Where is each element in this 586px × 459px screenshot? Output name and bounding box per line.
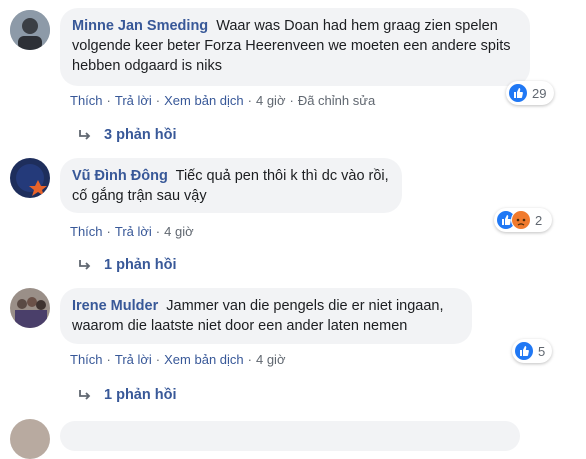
comment-author[interactable]: Minne Jan Smeding — [72, 18, 208, 34]
comment-author[interactable]: Vũ Đình Đông — [72, 168, 168, 184]
avatar[interactable] — [10, 419, 50, 459]
comment-bubble: Minne Jan Smeding Waar was Doan had hem … — [60, 8, 530, 86]
timestamp[interactable]: 4 giờ — [256, 352, 286, 367]
separator: · — [247, 352, 252, 367]
replies-count[interactable]: 1 phản hồi — [104, 387, 177, 403]
like-link[interactable]: Thích — [70, 352, 103, 367]
view-replies-link[interactable]: 3 phản hồi — [78, 127, 177, 143]
separator: · — [247, 93, 252, 108]
comment-3: Irene Mulder Jammer van die pengels die … — [0, 280, 586, 415]
reaction-count: 29 — [532, 85, 547, 101]
separator: · — [106, 352, 111, 367]
translate-link[interactable]: Xem bản dịch — [164, 352, 244, 367]
angry-icon — [511, 210, 531, 230]
comment-bubble: Irene Mulder Jammer van die pengels die … — [60, 288, 472, 344]
view-replies-link[interactable]: 1 phản hồi — [78, 257, 177, 273]
comment-bubble — [60, 421, 520, 451]
separator: · — [155, 352, 161, 367]
timestamp[interactable]: 4 giờ — [256, 93, 286, 108]
comment-actions: Thích · Trả lời · Xem bản dịch · 4 giờ · Đã chỉn… — [70, 93, 375, 108]
edited-label[interactable]: Đã chỉnh sửa — [298, 93, 375, 108]
reply-arrow-icon — [79, 130, 91, 140]
reply-link[interactable]: Trả lời — [115, 93, 152, 108]
like-icon — [508, 83, 528, 103]
comment-actions: Thích · Trả lời · Xem bản dịch · 4 giờ — [70, 352, 285, 367]
reaction-summary[interactable]: 2 — [494, 208, 552, 232]
comment-4-partial — [0, 415, 586, 459]
separator: · — [155, 93, 161, 108]
avatar[interactable] — [10, 158, 50, 198]
comment-actions: Thích · Trả lời · 4 giờ — [70, 224, 194, 239]
comment-1: Minne Jan Smeding Waar was Doan had hem … — [0, 0, 586, 150]
avatar[interactable] — [10, 288, 50, 328]
timestamp[interactable]: 4 giờ — [164, 224, 194, 239]
reaction-count: 2 — [535, 212, 543, 228]
replies-count[interactable]: 3 phản hồi — [104, 127, 177, 143]
like-link[interactable]: Thích — [70, 93, 103, 108]
translate-link[interactable]: Xem bản dịch — [164, 93, 244, 108]
comment-2: Vũ Đình Đông Tiếc quả pen thôi k thì dc … — [0, 150, 586, 285]
comment-author[interactable]: Irene Mulder — [72, 298, 158, 314]
comment-bubble: Vũ Đình Đông Tiếc quả pen thôi k thì dc … — [60, 158, 402, 213]
reply-arrow-icon — [79, 390, 91, 400]
like-icon — [514, 341, 534, 361]
like-link[interactable]: Thích — [70, 224, 103, 239]
reaction-count: 5 — [538, 343, 546, 359]
reaction-summary[interactable]: 5 — [512, 339, 552, 363]
replies-count[interactable]: 1 phản hồi — [104, 257, 177, 273]
separator: · — [106, 224, 111, 239]
reply-arrow-icon — [79, 260, 91, 270]
reply-link[interactable]: Trả lời — [115, 352, 152, 367]
reaction-summary[interactable]: 29 — [506, 81, 554, 105]
separator: · — [289, 93, 294, 108]
reply-link[interactable]: Trả lời — [115, 224, 152, 239]
separator: · — [155, 224, 161, 239]
avatar[interactable] — [10, 10, 50, 50]
view-replies-link[interactable]: 1 phản hồi — [78, 387, 177, 403]
separator: · — [106, 93, 111, 108]
